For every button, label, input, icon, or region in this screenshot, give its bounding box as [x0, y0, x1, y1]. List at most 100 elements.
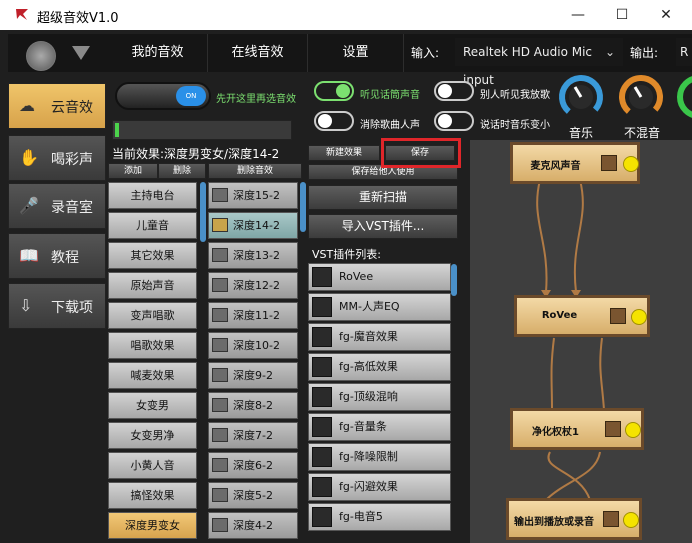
plugin-icon	[312, 507, 332, 527]
vst-plugin-item[interactable]: fg-高低效果	[308, 353, 451, 381]
sidebar-item-3[interactable]: 📖 教程	[8, 233, 106, 279]
effect-item[interactable]: 深度6-2	[208, 452, 298, 479]
vst-plugin-item[interactable]: fg-魔音效果	[308, 323, 451, 351]
vst-scrollbar[interactable]	[451, 264, 457, 296]
third-dial-partial[interactable]	[676, 74, 692, 120]
new-effect-button[interactable]: 新建效果	[308, 145, 380, 161]
switch-hear-mic-label: 听见话筒声音	[360, 90, 420, 101]
graph-node-purify[interactable]: 净化权杖1	[510, 408, 644, 450]
graph-node-microphone[interactable]: 麦克风声音	[510, 142, 640, 184]
plugin-icon	[312, 447, 332, 467]
vst-plugin-item[interactable]: fg-顶级混响	[308, 383, 451, 411]
effect-item[interactable]: 深度9-2	[208, 362, 298, 389]
equalizer-icon[interactable]	[605, 421, 621, 437]
equalizer-icon[interactable]	[610, 308, 626, 324]
plugin-icon	[312, 387, 332, 407]
category-item[interactable]: 女变男净	[108, 422, 197, 449]
app-logo-icon	[16, 9, 28, 20]
effect-item[interactable]: 深度10-2	[208, 332, 298, 359]
switch-remove-vocals[interactable]	[314, 111, 354, 131]
effect-item-label: 深度10-2	[233, 339, 280, 352]
delete-effect-button[interactable]: 删除音效	[208, 163, 302, 179]
output-label: 输出:	[630, 46, 659, 60]
vst-plugin-item[interactable]: fg-闪避效果	[308, 473, 451, 501]
sidebar-item-label: 录音室	[51, 200, 93, 216]
delete-category-button[interactable]: 删除	[158, 163, 206, 179]
vst-plugin-item[interactable]: fg-音量条	[308, 413, 451, 441]
plugin-icon	[312, 297, 332, 317]
category-item[interactable]: 其它效果	[108, 242, 197, 269]
avatar[interactable]	[26, 41, 56, 71]
sidebar-item-1[interactable]: ✋ 喝彩声	[8, 135, 106, 181]
vst-plugin-item[interactable]: fg-降噪限制	[308, 443, 451, 471]
rescan-button[interactable]: 重新扫描	[308, 185, 458, 210]
sidebar-item-label: 下载项	[51, 300, 93, 316]
add-category-button[interactable]: 添加	[108, 163, 158, 179]
sidebar-item-0[interactable]: ☁ 云音效	[8, 83, 106, 129]
close-button[interactable]: ✕	[654, 4, 678, 26]
music-volume-dial[interactable]	[558, 74, 604, 120]
vst-plugin-label: fg-音量条	[339, 420, 387, 433]
switch-others-hear-music[interactable]	[434, 81, 474, 101]
category-item[interactable]: 小黄人音	[108, 452, 197, 479]
category-item[interactable]: 女变男	[108, 392, 197, 419]
category-item[interactable]: 儿童音	[108, 212, 197, 239]
category-scrollbar[interactable]	[200, 182, 206, 242]
vst-plugin-item[interactable]: fg-电音5	[308, 503, 451, 531]
category-item[interactable]: 喊麦效果	[108, 362, 197, 389]
import-vst-button[interactable]: 导入VST插件...	[308, 214, 458, 239]
category-item[interactable]: 原始声音	[108, 272, 197, 299]
minimize-button[interactable]: —	[566, 4, 590, 26]
maximize-button[interactable]: ☐	[610, 4, 634, 26]
equalizer-icon[interactable]	[603, 511, 619, 527]
tab-online-effects[interactable]: 在线音效	[208, 34, 308, 72]
node-status-dot	[623, 156, 639, 172]
music-dial-label: 音乐	[569, 126, 594, 140]
switch-hear-mic[interactable]	[314, 81, 354, 101]
effect-item-label: 深度8-2	[233, 399, 273, 412]
mix-dial[interactable]	[618, 74, 664, 120]
effect-item[interactable]: 深度4-2	[208, 512, 298, 539]
vst-plugin-item[interactable]: RoVee	[308, 263, 451, 291]
category-item[interactable]: 变声唱歌	[108, 302, 197, 329]
effect-item[interactable]: 深度8-2	[208, 392, 298, 419]
effect-item[interactable]: 深度5-2	[208, 482, 298, 509]
effect-item-label: 深度14-2	[233, 219, 280, 232]
category-item[interactable]: 深度男变女	[108, 512, 197, 539]
sidebar-item-4[interactable]: ⇩ 下载项	[8, 283, 106, 329]
book-icon	[212, 428, 228, 442]
effect-item[interactable]: 深度13-2	[208, 242, 298, 269]
graph-node-rovee[interactable]: RoVee	[514, 295, 650, 337]
effect-item[interactable]: 深度12-2	[208, 272, 298, 299]
effect-item-label: 深度9-2	[233, 369, 273, 382]
vst-plugin-label: fg-魔音效果	[339, 330, 398, 343]
category-item[interactable]: 主持电台	[108, 182, 197, 209]
tab-my-effects[interactable]: 我的音效	[108, 34, 208, 72]
output-device-select[interactable]: R	[676, 38, 692, 66]
graph-node-output[interactable]: 输出到播放或录音	[506, 498, 642, 540]
book-icon	[212, 398, 228, 412]
book-icon	[212, 488, 228, 502]
power-toggle[interactable]: ON	[115, 82, 211, 110]
sidebar-item-2[interactable]: 🎤 录音室	[8, 183, 106, 229]
level-meter	[112, 120, 292, 140]
vst-plugin-item[interactable]: MM-人声EQ	[308, 293, 451, 321]
effect-item[interactable]: 深度7-2	[208, 422, 298, 449]
tab-settings[interactable]: 设置	[308, 34, 404, 72]
effect-item[interactable]: 深度11-2	[208, 302, 298, 329]
switch-duck-music[interactable]	[434, 111, 474, 131]
graph-node-label: 输出到播放或录音	[514, 517, 594, 528]
node-status-dot	[623, 512, 639, 528]
effect-item[interactable]: 深度15-2	[208, 182, 298, 209]
effect-scrollbar[interactable]	[300, 182, 306, 232]
power-state: ON	[176, 86, 206, 106]
effect-item-label: 深度6-2	[233, 459, 273, 472]
dropdown-arrow-icon[interactable]	[72, 46, 90, 60]
effect-item-label: 深度12-2	[233, 279, 280, 292]
vst-list-title: VST插件列表:	[312, 248, 381, 261]
effect-item[interactable]: 深度14-2	[208, 212, 298, 239]
category-item[interactable]: 唱歌效果	[108, 332, 197, 359]
input-device-select[interactable]: Realtek HD Audio Mic input ⌄	[455, 38, 623, 87]
equalizer-icon[interactable]	[601, 155, 617, 171]
category-item[interactable]: 搞怪效果	[108, 482, 197, 509]
